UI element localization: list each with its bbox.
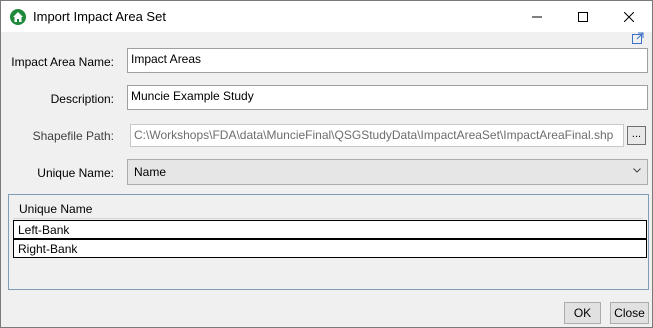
unique-name-dropdown[interactable]: Name	[127, 159, 648, 185]
grid-body: Left-Bank Right-Bank	[13, 220, 647, 258]
unique-name-label: Unique Name:	[37, 166, 114, 180]
maximize-button[interactable]	[560, 1, 606, 32]
minimize-icon	[532, 16, 542, 17]
description-input[interactable]: Muncie Example Study	[127, 85, 648, 110]
close-button[interactable]: Close	[610, 302, 649, 324]
title-bar[interactable]: Import Impact Area Set	[1, 1, 652, 32]
minimize-button[interactable]	[514, 1, 560, 32]
maximize-icon	[578, 11, 588, 22]
unique-name-selected: Name	[134, 165, 167, 179]
import-impact-area-dialog: Import Impact Area Set Impact Area Name:…	[0, 0, 653, 328]
shapefile-path-input[interactable]: C:\Workshops\FDA\data\MuncieFinal\QSGStu…	[130, 124, 624, 147]
impact-area-name-input[interactable]: Impact Areas	[127, 48, 648, 73]
ok-button[interactable]: OK	[564, 302, 601, 324]
impact-area-name-label: Impact Area Name:	[11, 55, 114, 69]
table-row[interactable]: Left-Bank	[13, 220, 647, 239]
window-title: Import Impact Area Set	[33, 9, 166, 24]
popout-icon[interactable]	[632, 32, 644, 44]
description-label: Description:	[50, 92, 114, 106]
close-icon	[624, 11, 634, 22]
unique-name-grid: Unique Name Left-Bank Right-Bank	[8, 194, 649, 290]
shapefile-path-label: Shapefile Path:	[32, 129, 114, 143]
chevron-down-icon	[633, 168, 641, 173]
table-row[interactable]: Right-Bank	[13, 239, 647, 258]
close-window-button[interactable]	[606, 1, 652, 32]
grid-column-header[interactable]: Unique Name	[13, 200, 643, 219]
home-icon	[10, 9, 26, 25]
browse-button[interactable]: ...	[627, 126, 646, 145]
